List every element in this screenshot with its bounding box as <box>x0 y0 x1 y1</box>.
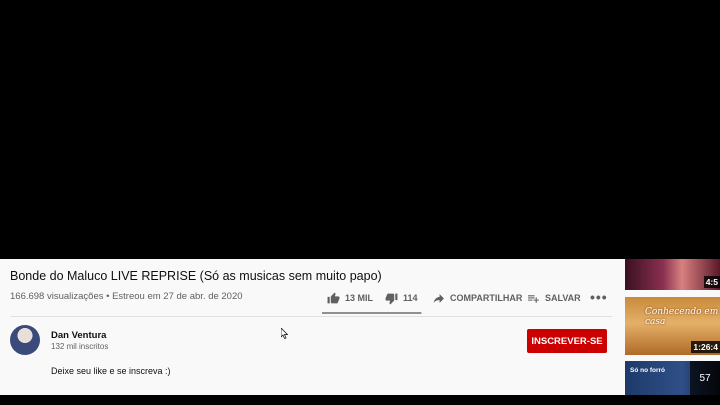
more-icon: ••• <box>590 289 608 305</box>
divider <box>10 316 612 317</box>
share-button[interactable]: COMPARTILHAR <box>432 289 522 307</box>
subscriber-count: 132 mil inscritos <box>51 342 109 351</box>
video-stats: 166.698 visualizações • Estreou em 27 de… <box>10 291 243 302</box>
like-button[interactable]: 13 MIL <box>327 289 373 307</box>
dislike-button[interactable]: 114 <box>385 289 418 307</box>
channel-avatar[interactable] <box>10 325 40 355</box>
video-description: Deixe seu like e se inscreva :) <box>51 366 171 376</box>
video-duration: 4:5 <box>703 276 720 288</box>
bottom-edge <box>0 395 720 405</box>
like-count: 13 MIL <box>345 293 374 303</box>
video-title: Bonde do Maluco LIVE REPRISE (Só as musi… <box>10 269 382 283</box>
dislike-count: 114 <box>403 293 418 303</box>
save-button[interactable]: SALVAR <box>527 289 581 307</box>
channel-name[interactable]: Dan Ventura <box>51 330 106 341</box>
related-video-thumbnail[interactable]: Conhecendo em casa 1:26:4 <box>625 297 720 355</box>
subscribe-button[interactable]: INSCREVER-SE <box>527 329 607 353</box>
share-icon <box>433 293 444 303</box>
thumbs-down-icon <box>385 293 398 304</box>
thumbs-up-icon <box>327 292 340 303</box>
related-videos-sidebar: 4:5 Conhecendo em casa 1:26:4 Só no forr… <box>622 259 720 395</box>
mouse-cursor-icon <box>281 328 289 339</box>
video-player[interactable] <box>0 0 720 259</box>
save-label: SALVAR <box>545 293 581 303</box>
playlist-count: 57 <box>690 361 720 395</box>
more-actions-button[interactable]: ••• <box>590 288 608 306</box>
thumbnail-caption: Conhecendo em casa <box>645 307 719 327</box>
sentiment-bar <box>322 312 422 314</box>
related-playlist-thumbnail[interactable]: Só no forró 57 <box>625 361 720 395</box>
related-video-thumbnail[interactable]: 4:5 <box>625 259 720 290</box>
thumbnail-caption: Só no forró <box>630 367 666 374</box>
playlist-add-icon <box>528 294 539 303</box>
video-info-panel: Bonde do Maluco LIVE REPRISE (Só as musi… <box>0 259 622 395</box>
share-label: COMPARTILHAR <box>450 293 523 303</box>
video-duration: 1:26:4 <box>691 341 720 353</box>
sentiment-bar-fill <box>322 312 421 314</box>
